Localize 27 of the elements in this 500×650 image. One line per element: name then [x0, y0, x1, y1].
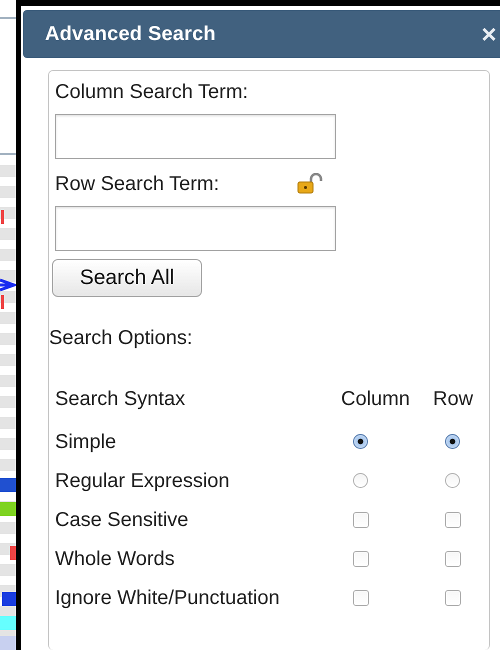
field-label: Row Search Term:	[55, 173, 220, 196]
checkbox[interactable]	[353, 590, 369, 606]
radio-button[interactable]	[353, 434, 368, 449]
dialog-title: Advanced Search	[45, 22, 216, 46]
column-header: Row	[433, 387, 474, 412]
search-all-button[interactable]: Search All	[52, 259, 202, 297]
column-search-field[interactable]	[55, 114, 336, 159]
option-label: Simple	[55, 430, 118, 454]
radio-button[interactable]	[445, 473, 460, 488]
column-header: Search Syntax	[55, 387, 186, 412]
section-heading: Search Options:	[49, 327, 192, 350]
close-button[interactable]: ×	[480, 21, 498, 47]
row-search-field[interactable]	[55, 206, 336, 251]
checkbox[interactable]	[353, 550, 369, 566]
option-label: Case Sensitive	[55, 508, 190, 532]
checkbox[interactable]	[353, 512, 369, 528]
radio-button[interactable]	[353, 473, 368, 488]
option-label: Ignore White/Punctuation	[55, 586, 280, 610]
field-label: Column Search Term:	[55, 81, 248, 104]
checkbox[interactable]	[445, 550, 461, 566]
checkbox[interactable]	[445, 590, 461, 606]
option-label: Regular Expression	[55, 468, 231, 494]
column-header: Column	[341, 387, 411, 412]
checkbox[interactable]	[445, 512, 461, 528]
option-label: Whole Words	[55, 546, 176, 572]
padlock-icon[interactable]	[297, 173, 324, 195]
radio-button[interactable]	[445, 434, 460, 449]
